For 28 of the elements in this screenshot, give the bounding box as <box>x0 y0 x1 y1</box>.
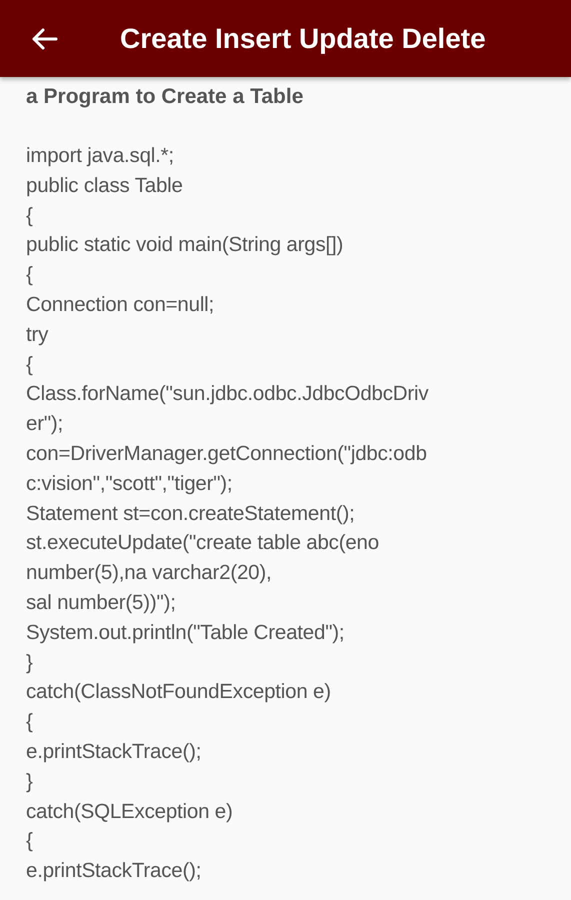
code-line: number(5),na varchar2(20), <box>26 560 272 586</box>
code-line: catch(SQLException e) <box>26 798 233 825</box>
code-line: { <box>26 352 33 378</box>
code-line: System.out.println("Table Created"); <box>26 620 344 646</box>
code-line: con=DriverManager.getConnection("jdbc:odb <box>26 440 427 467</box>
code-line: public class Table <box>26 172 183 199</box>
code-line: e.printStackTrace(); <box>26 858 202 884</box>
app-bar-title: Create Insert Update Delete <box>120 22 486 56</box>
code-line: } <box>26 768 33 795</box>
code-line: { <box>26 709 33 736</box>
back-arrow-icon <box>30 26 58 50</box>
code-line: try <box>26 322 48 348</box>
program-heading: a Program to Create a Table <box>26 84 304 110</box>
code-line: catch(ClassNotFoundException e) <box>26 679 331 706</box>
code-line: Statement st=con.createStatement(); <box>26 500 355 527</box>
code-line: { <box>26 262 33 288</box>
code-line: { <box>26 828 33 854</box>
code-line: Connection con=null; <box>26 292 214 318</box>
code-line: public static void main(String args[]) <box>26 232 344 258</box>
code-line: st.executeUpdate("create table abc(eno <box>26 530 379 556</box>
code-line: e.printStackTrace(); <box>26 738 202 765</box>
code-line: import java.sql.*; <box>26 143 174 169</box>
code-line: c:vision","scott","tiger"); <box>26 470 232 497</box>
code-line: Class.forName("sun.jdbc.odbc.JdbcOdbcDriv <box>26 381 428 408</box>
code-line: { <box>26 202 33 229</box>
code-line: } <box>26 650 33 676</box>
code-line: er"); <box>26 411 64 438</box>
code-line: sal number(5))"); <box>26 590 176 616</box>
